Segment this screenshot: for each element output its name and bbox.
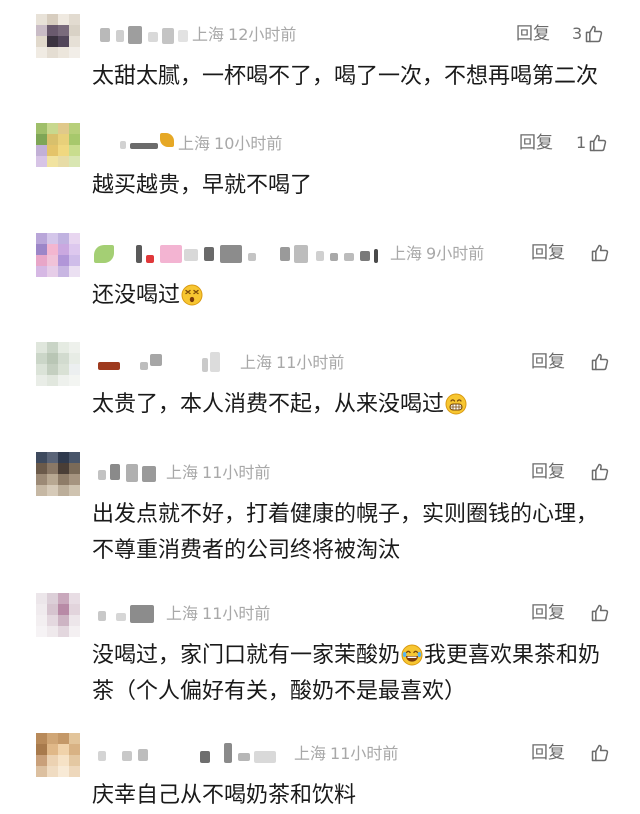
username-blurred[interactable] xyxy=(94,243,384,265)
username-blurred[interactable] xyxy=(120,133,178,155)
reply-button[interactable]: 回复 xyxy=(516,23,550,45)
comment-time: 11小时前 xyxy=(330,744,399,763)
avatar[interactable] xyxy=(36,452,80,496)
comment-list: 上海 12小时前 回复 3 太甜太腻，一杯喝不了，喝了一次，不想再喝第二次 上海 1… xyxy=(0,0,640,808)
comment-location: 上海 xyxy=(178,134,211,153)
like-button[interactable] xyxy=(588,460,610,484)
dizzy-face-emoji-icon xyxy=(181,282,203,306)
comment-text: 没喝过，家门口就有一家茉酸奶 我更喜欢果茶和奶 茶（个人偏好有关，酸奶不是最喜欢… xyxy=(92,638,622,710)
comment-meta: 上海 12小时前 xyxy=(192,24,296,46)
comment-time: 11小时前 xyxy=(202,463,271,482)
comment-text: 太甜太腻，一杯喝不了，喝了一次，不想再喝第二次 xyxy=(92,59,622,95)
thumbs-up-icon xyxy=(590,462,610,482)
username-blurred[interactable] xyxy=(98,352,230,374)
grinning-teeth-emoji-icon xyxy=(445,391,467,415)
avatar[interactable] xyxy=(36,123,80,167)
comment-location: 上海 xyxy=(166,463,199,482)
avatar[interactable] xyxy=(36,593,80,637)
comment-meta: 上海 9小时前 xyxy=(390,243,484,265)
comment-text-line: 太甜太腻，一杯喝不了，喝了一次，不想再喝第二次 xyxy=(92,64,599,89)
comment-text-line: 出发点就不好，打着健康的幌子，实则圈钱的心理， xyxy=(92,502,599,527)
laughing-tears-emoji-icon xyxy=(401,642,423,666)
reply-button[interactable]: 回复 xyxy=(531,242,565,264)
comment-text-line: 还没喝过 xyxy=(92,283,181,308)
like-button[interactable] xyxy=(588,350,610,374)
comment-meta: 上海 11小时前 xyxy=(166,462,270,484)
comment-location: 上海 xyxy=(240,353,273,372)
comment-time: 9小时前 xyxy=(426,244,485,263)
comment-text-line: 没喝过，家门口就有一家茉酸奶 我更喜欢果茶和奶 xyxy=(92,638,622,674)
comment-text: 越买越贵，早就不喝了 xyxy=(92,168,622,204)
comment-location: 上海 xyxy=(166,604,199,623)
reply-button[interactable]: 回复 xyxy=(531,602,565,624)
comment-location: 上海 xyxy=(192,25,225,44)
username-blurred[interactable] xyxy=(100,24,192,46)
comment-time: 12小时前 xyxy=(228,25,297,44)
comment-meta: 上海 11小时前 xyxy=(240,352,344,374)
comment-text: 太贵了，本人消费不起，从来没喝过 xyxy=(92,387,622,423)
comment-text-line: 越买越贵，早就不喝了 xyxy=(92,173,313,198)
reply-button[interactable]: 回复 xyxy=(531,351,565,373)
comment-time: 10小时前 xyxy=(214,134,283,153)
reply-button[interactable]: 回复 xyxy=(519,132,553,154)
avatar[interactable] xyxy=(36,233,80,277)
comment-location: 上海 xyxy=(390,244,423,263)
like-count: 3 xyxy=(572,24,583,43)
avatar[interactable] xyxy=(36,342,80,386)
thumbs-up-icon xyxy=(590,243,610,263)
comment-meta: 上海 11小时前 xyxy=(294,743,398,765)
like-count: 1 xyxy=(576,133,587,152)
reply-button[interactable]: 回复 xyxy=(531,742,565,764)
thumbs-up-icon xyxy=(588,133,608,153)
comment-meta: 上海 10小时前 xyxy=(178,133,282,155)
username-blurred[interactable] xyxy=(98,743,284,765)
comment-time: 11小时前 xyxy=(202,604,271,623)
comment-text: 还没喝过 xyxy=(92,278,622,314)
comment-text-line: 庆幸自己从不喝奶茶和饮料 xyxy=(92,783,357,808)
like-button[interactable] xyxy=(588,741,610,765)
thumbs-up-icon xyxy=(590,603,610,623)
avatar[interactable] xyxy=(36,14,80,58)
comment-text-line: 太贵了，本人消费不起，从来没喝过 xyxy=(92,392,445,417)
thumbs-up-icon xyxy=(590,743,610,763)
like-button[interactable]: 1 xyxy=(576,131,608,155)
avatar[interactable] xyxy=(36,733,80,777)
comment-text-segment: 没喝过，家门口就有一家茉酸奶 xyxy=(92,643,401,668)
comment-text: 庆幸自己从不喝奶茶和饮料 xyxy=(92,778,622,814)
like-button[interactable] xyxy=(588,241,610,265)
comment-meta: 上海 11小时前 xyxy=(166,603,270,625)
comment-time: 11小时前 xyxy=(276,353,345,372)
reply-button[interactable]: 回复 xyxy=(531,461,565,483)
like-button[interactable]: 3 xyxy=(572,22,604,46)
like-button[interactable] xyxy=(588,601,610,625)
thumbs-up-icon xyxy=(584,24,604,44)
comment-location: 上海 xyxy=(294,744,327,763)
comment-text-segment: 我更喜欢果茶和奶 xyxy=(424,643,601,668)
comment-text: 出发点就不好，打着健康的幌子，实则圈钱的心理， 不尊重消费者的公司终将被淘汰 xyxy=(92,497,622,569)
username-blurred[interactable] xyxy=(98,462,160,484)
comment-text-line: 茶（个人偏好有关，酸奶不是最喜欢） xyxy=(92,679,467,704)
thumbs-up-icon xyxy=(590,352,610,372)
comment-text-line: 不尊重消费者的公司终将被淘汰 xyxy=(92,538,401,563)
username-blurred[interactable] xyxy=(98,603,160,625)
